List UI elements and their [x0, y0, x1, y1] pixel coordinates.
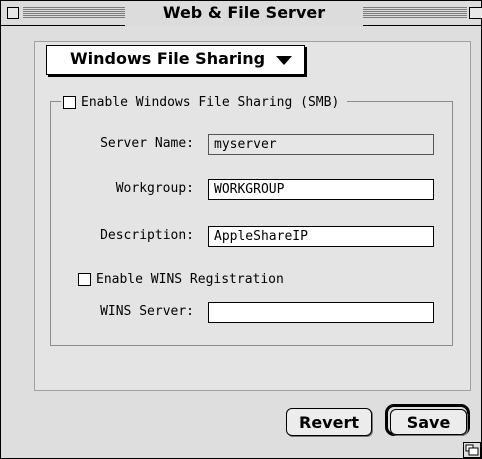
workgroup-label: Workgroup: — [115, 181, 194, 196]
wins-server-label: WINS Server: — [100, 304, 194, 319]
enable-wins-label: Enable WINS Registration — [96, 272, 284, 287]
zoom-box-icon[interactable] — [469, 7, 482, 19]
enable-smb-label: Enable Windows File Sharing (SMB) — [81, 95, 340, 110]
description-field[interactable]: AppleShareIP — [208, 226, 434, 247]
enable-wins-checkbox[interactable] — [78, 273, 91, 286]
server-name-field[interactable]: myserver — [208, 134, 434, 155]
enable-wins-checkbox-row[interactable]: Enable WINS Registration — [78, 269, 284, 288]
title-bar[interactable]: Web & File Server Settings — [1, 1, 482, 46]
workgroup-field[interactable]: WORKGROUP — [208, 179, 434, 200]
description-label: Description: — [100, 228, 194, 243]
settings-window: Web & File Server Settings Windows File … — [0, 0, 482, 459]
panel-selector-popup[interactable]: Windows File Sharing — [46, 45, 305, 75]
wins-server-field[interactable] — [208, 302, 434, 323]
triangle-down-icon — [276, 56, 292, 65]
enable-smb-checkbox[interactable] — [63, 96, 76, 109]
save-button[interactable]: Save — [390, 409, 467, 435]
enable-smb-checkbox-row[interactable]: Enable Windows File Sharing (SMB) — [61, 92, 348, 110]
panel-selector-label: Windows File Sharing — [70, 49, 266, 68]
revert-button[interactable]: Revert — [286, 408, 372, 436]
server-name-label: Server Name: — [100, 136, 194, 151]
resize-handle-icon[interactable] — [463, 442, 481, 458]
close-box-icon[interactable] — [7, 7, 19, 19]
